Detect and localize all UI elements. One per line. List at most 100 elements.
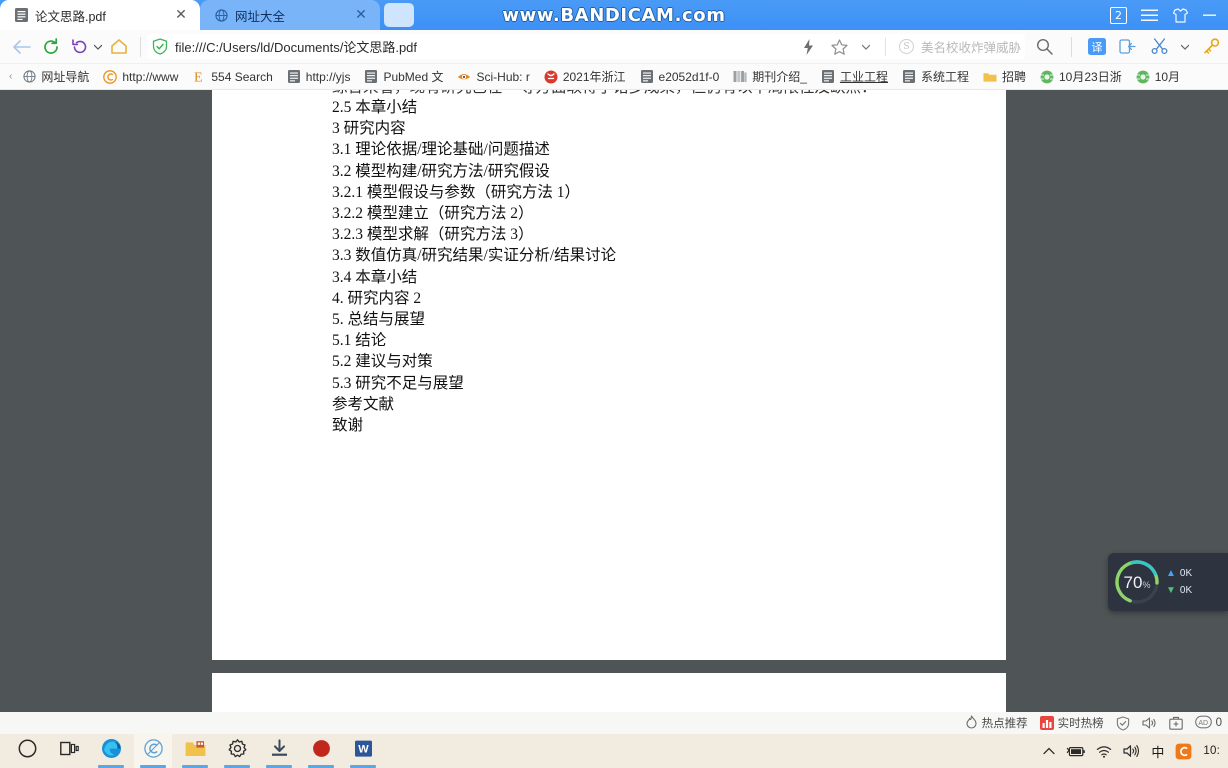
toolbox-icon[interactable] bbox=[1168, 716, 1183, 730]
bookmarks-bar: ‹ 网址导航 http://www E 554 Search http://yj… bbox=[0, 64, 1228, 90]
bookmark-item-8[interactable]: 期刊介绍_ bbox=[726, 66, 814, 88]
sogou-s-icon: S bbox=[898, 39, 914, 54]
scissors-capture-icon[interactable] bbox=[1148, 36, 1170, 58]
bookmark-item-11[interactable]: 招聘 bbox=[976, 66, 1033, 88]
ad-block-button[interactable]: AD 0 bbox=[1194, 715, 1222, 732]
folder-icon bbox=[983, 70, 997, 84]
chevron-left-icon[interactable]: ‹ bbox=[6, 71, 15, 82]
bookmark-item-12[interactable]: 10月23日浙 bbox=[1033, 66, 1129, 88]
cortana-circle-icon bbox=[18, 739, 37, 763]
arrow-up-icon: ▲ bbox=[1166, 568, 1176, 579]
taskbar-item-sogou-browser[interactable] bbox=[134, 734, 172, 768]
shield-check-icon[interactable] bbox=[151, 38, 169, 56]
system-monitor-widget[interactable]: 70% ▲ 0K ▼ 0K bbox=[1108, 553, 1228, 611]
bookmark-dropdown-icon[interactable] bbox=[860, 36, 872, 58]
windows-taskbar: W 中 10: bbox=[0, 734, 1228, 768]
chevron-down-icon[interactable] bbox=[92, 32, 104, 62]
taskbar-item-recorder[interactable] bbox=[302, 734, 340, 768]
pdf-page-2 bbox=[212, 673, 1006, 712]
browser-status-bar: 热点推荐 实时热榜 AD 0 bbox=[0, 712, 1228, 734]
cpu-percent: 70% bbox=[1113, 558, 1161, 606]
volume-icon[interactable] bbox=[1142, 716, 1157, 730]
doc-line: 3 研究内容 bbox=[332, 120, 406, 138]
settings-gear-icon bbox=[228, 739, 247, 763]
bookmark-item-0[interactable]: 网址导航 bbox=[15, 66, 96, 88]
bookmark-item-2[interactable]: E 554 Search bbox=[185, 66, 279, 88]
login-enter-icon[interactable] bbox=[1116, 36, 1138, 58]
bookmark-item-10[interactable]: 系统工程 bbox=[895, 66, 976, 88]
volume-icon[interactable] bbox=[1123, 744, 1140, 758]
tab-close-button[interactable]: ✕ bbox=[172, 6, 190, 24]
svg-text:W: W bbox=[358, 744, 369, 756]
window-controls: 2 bbox=[1110, 0, 1224, 30]
address-bar[interactable]: file:///C:/Users/ld/Documents/论文思路.pdf S… bbox=[147, 34, 1025, 59]
bookmark-label: 554 Search bbox=[211, 69, 273, 84]
capture-dropdown-icon[interactable] bbox=[1180, 36, 1190, 58]
browser-toolbar: file:///C:/Users/ld/Documents/论文思路.pdf S… bbox=[0, 30, 1228, 64]
toolbar-divider-2 bbox=[1071, 36, 1072, 57]
pdf-viewer[interactable]: 综合来看，现有研究已在××等方面取得了诸多成果，但仍有以下局限性及缺点： 2.5… bbox=[0, 90, 1228, 712]
taskbar-item-download-manager[interactable] bbox=[260, 734, 298, 768]
new-tab-button[interactable] bbox=[384, 3, 414, 27]
history-button[interactable] bbox=[66, 32, 92, 62]
taskbar-item-file-explorer[interactable] bbox=[176, 734, 214, 768]
hotlist-button[interactable]: 实时热榜 bbox=[1039, 715, 1104, 731]
taskbar-item-edge[interactable] bbox=[92, 734, 130, 768]
e-letter-icon: E bbox=[192, 70, 206, 85]
wifi-icon[interactable] bbox=[1096, 745, 1112, 758]
omnibox-divider bbox=[884, 37, 886, 56]
bookmark-label: http://www bbox=[122, 69, 179, 84]
search-suggestion[interactable]: S 美名校收炸弹威胁 bbox=[898, 37, 1021, 56]
bookmark-item-3[interactable]: http://yjs bbox=[280, 66, 358, 88]
tab-close-button[interactable]: ✕ bbox=[352, 6, 370, 24]
minimize-icon[interactable] bbox=[1203, 13, 1216, 17]
key-password-icon[interactable] bbox=[1200, 36, 1222, 58]
globe-icon bbox=[22, 70, 36, 84]
document-icon bbox=[364, 70, 378, 84]
shield-check-icon[interactable] bbox=[1116, 715, 1130, 731]
bookmark-label: http://yjs bbox=[305, 69, 351, 84]
bookmark-item-6[interactable]: 2021年浙江 bbox=[537, 66, 633, 88]
taskbar-clock[interactable]: 10: bbox=[1203, 745, 1220, 757]
home-button[interactable] bbox=[104, 32, 134, 62]
skin-theme-icon[interactable] bbox=[1172, 7, 1189, 23]
taskbar-item-settings[interactable] bbox=[218, 734, 256, 768]
battery-icon[interactable] bbox=[1066, 745, 1086, 758]
doc-line: 3.3 数值仿真/研究结果/实证分析/结果讨论 bbox=[332, 247, 617, 265]
bookmark-label: 2021年浙江 bbox=[562, 70, 626, 84]
red-circle-icon bbox=[544, 70, 558, 84]
bookmark-label: Sci-Hub: r bbox=[476, 69, 530, 84]
tab-1[interactable]: 网址大全 ✕ bbox=[200, 0, 380, 30]
bookmark-label: 10月23日浙 bbox=[1059, 70, 1122, 84]
hamburger-menu-icon[interactable] bbox=[1141, 9, 1158, 22]
reload-button[interactable] bbox=[36, 32, 66, 62]
sogou-ime-icon[interactable] bbox=[1175, 743, 1192, 760]
back-button[interactable] bbox=[6, 32, 36, 62]
document-icon bbox=[640, 70, 654, 84]
ime-indicator[interactable]: 中 bbox=[1151, 742, 1164, 761]
search-icon[interactable] bbox=[1033, 36, 1055, 58]
star-outline-icon[interactable] bbox=[829, 36, 851, 58]
taskbar-item-task-view[interactable] bbox=[50, 734, 88, 768]
document-icon bbox=[902, 70, 916, 84]
edge-browser-icon bbox=[101, 738, 122, 764]
bookmark-item-9[interactable]: 工业工程 bbox=[814, 66, 895, 88]
bookmark-item-13[interactable]: 10月 bbox=[1129, 66, 1187, 88]
tab-0[interactable]: 论文思路.pdf ✕ bbox=[0, 0, 200, 30]
url-text[interactable]: file:///C:/Users/ld/Documents/论文思路.pdf bbox=[175, 37, 417, 56]
lightning-bolt-icon[interactable] bbox=[798, 36, 820, 58]
toolbar-actions: 译 bbox=[1025, 36, 1222, 58]
bar-chart-icon bbox=[1039, 716, 1054, 730]
bookmark-item-7[interactable]: e2052d1f-0 bbox=[633, 66, 727, 88]
hotspot-recommend-button[interactable]: 热点推荐 bbox=[965, 714, 1028, 732]
bookmark-item-4[interactable]: PubMed 文 bbox=[357, 66, 450, 88]
doc-line: 5.2 建议与对策 bbox=[332, 353, 433, 371]
chevron-up-icon[interactable] bbox=[1043, 747, 1056, 755]
translate-icon[interactable]: 译 bbox=[1088, 38, 1106, 55]
tab-count-badge[interactable]: 2 bbox=[1110, 6, 1127, 24]
bookmark-item-1[interactable]: http://www bbox=[96, 66, 185, 88]
upload-value: 0K bbox=[1179, 568, 1193, 579]
taskbar-item-cortana[interactable] bbox=[8, 734, 46, 768]
taskbar-item-word[interactable]: W bbox=[344, 734, 382, 768]
bookmark-item-5[interactable]: Sci-Hub: r bbox=[450, 66, 536, 88]
